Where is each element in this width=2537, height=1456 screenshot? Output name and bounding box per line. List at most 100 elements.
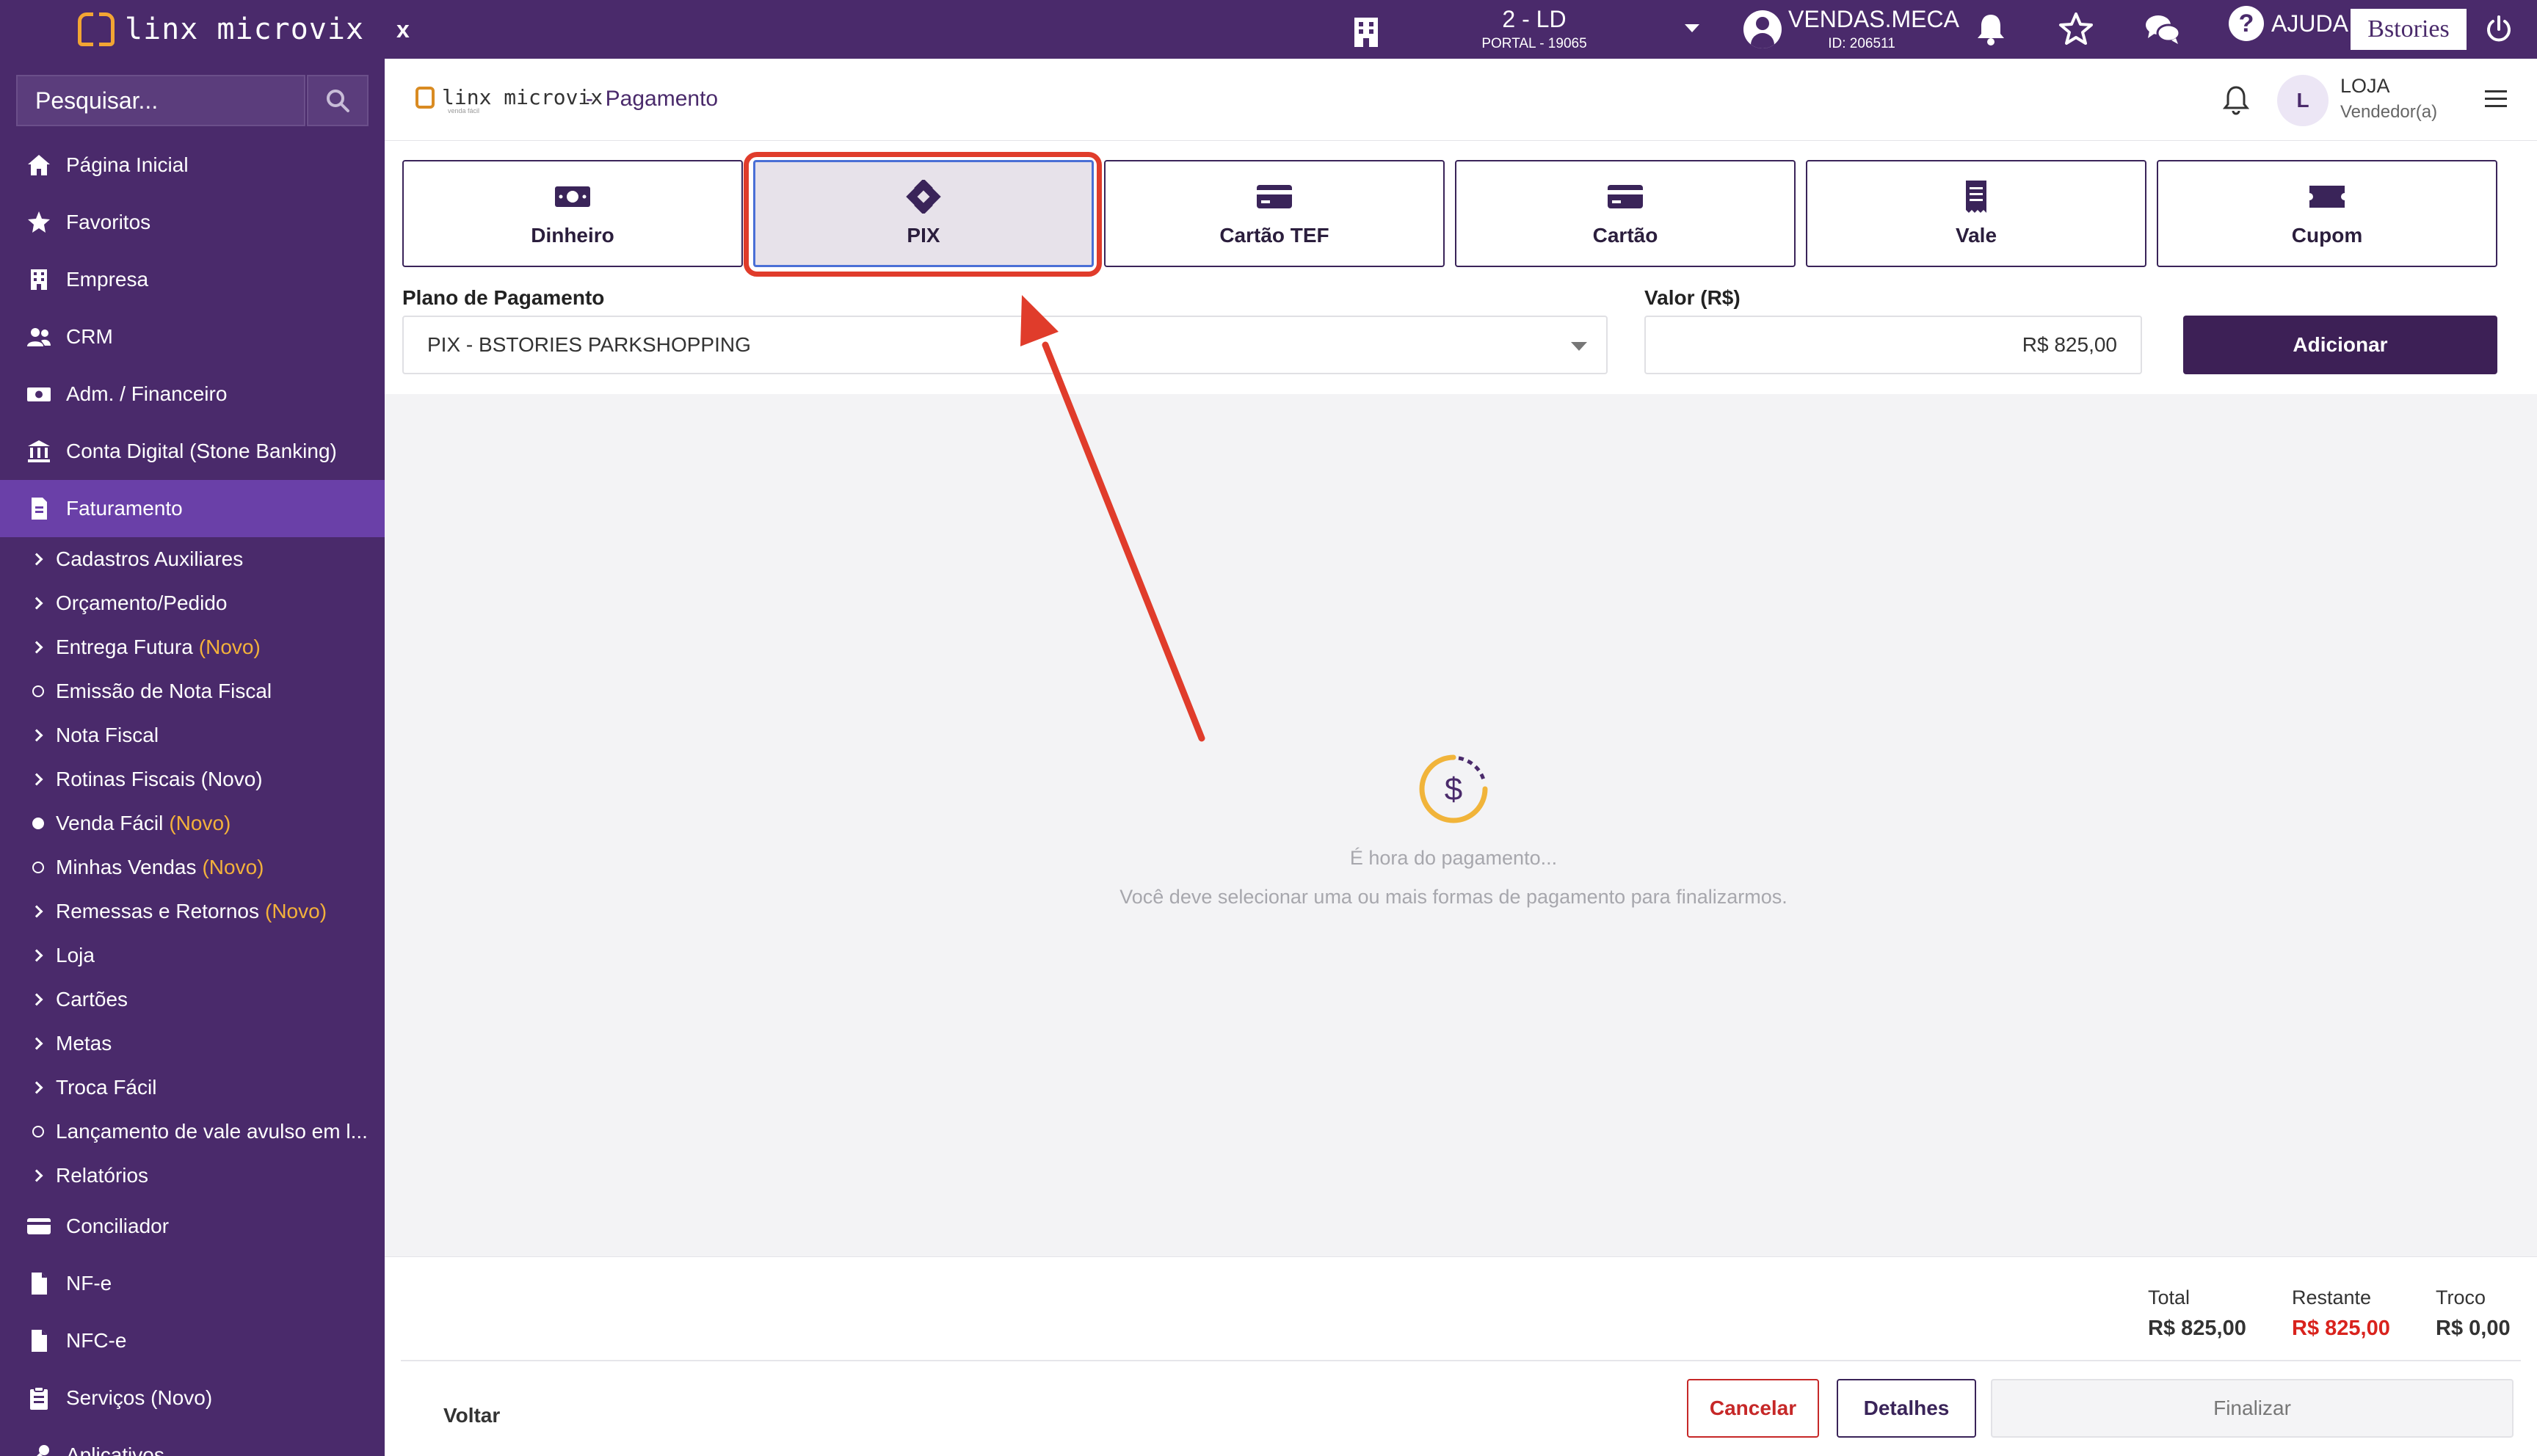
sidebar-item-company[interactable]: Empresa [0,251,385,308]
sidebar-item-label: Faturamento [66,497,183,520]
chevron-right-icon [30,905,46,918]
total-summary: Total R$ 825,00 [2148,1286,2246,1341]
tools-icon [37,1445,49,1456]
power-icon[interactable] [2484,15,2514,44]
payment-method-voucher[interactable]: Vale [1806,160,2146,267]
payment-method-coupon[interactable]: Cupom [2157,160,2497,267]
sidebar-item-finance[interactable]: Adm. / Financeiro [0,365,385,423]
sidebar-item-apps[interactable]: Aplicativos [0,1427,385,1456]
role-name: LOJA [2340,75,2390,97]
sidebar-subitem[interactable]: Emissão de Nota Fiscal [0,669,385,713]
total-label: Total [2148,1286,2191,1308]
sidebar-item-label: Conta Digital (Stone Banking) [66,440,337,462]
payment-clock-icon: $ [1419,754,1488,823]
finish-button[interactable]: Finalizar [1991,1379,2514,1438]
user-account-icon[interactable] [1743,10,1782,48]
sidebar-item-reconciler[interactable]: Conciliador [0,1198,385,1255]
chevron-right-icon [30,553,46,566]
sidebar-subitem[interactable]: Remessas e Retornos (Novo) [0,889,385,933]
chat-icon[interactable] [2144,10,2182,48]
sidebar-subitem-label: Troca Fácil [56,1076,157,1099]
payment-method-card-tef[interactable]: Cartão TEF [1104,160,1445,267]
sidebar-subitem-label: Venda Fácil [56,812,164,834]
star-icon [28,211,50,233]
sidebar-item-label: NF-e [66,1272,112,1295]
chevron-right-icon [30,993,46,1006]
sidebar-item-nfce[interactable]: NFC-e [0,1312,385,1369]
search-button[interactable] [307,75,369,126]
sidebar-subitem[interactable]: Nota Fiscal [0,713,385,757]
cash-icon [555,186,590,207]
sidebar-subitem-active[interactable]: Venda Fácil (Novo) [0,801,385,845]
card-icon [27,1218,51,1234]
payment-plan-select[interactable]: PIX - BSTORIES PARKSHOPPING [402,316,1608,374]
cancel-button[interactable]: Cancelar [1687,1379,1819,1438]
search-field[interactable] [16,75,305,126]
sidebar-item-label: Adm. / Financeiro [66,382,228,405]
chevron-down-icon[interactable] [1685,24,1699,32]
sidebar-item-nfe[interactable]: NF-e [0,1255,385,1312]
payment-method-label: Cartão TEF [1219,224,1329,247]
sidebar-subitem[interactable]: Entrega Futura (Novo) [0,625,385,669]
sidebar-subitem-label: Minhas Vendas [56,856,197,878]
hamburger-menu-icon[interactable] [2483,88,2509,110]
sidebar-item-favorites[interactable]: Favoritos [0,194,385,251]
remaining-value: R$ 825,00 [2292,1317,2390,1340]
details-button[interactable]: Detalhes [1837,1379,1976,1438]
sidebar-subitem[interactable]: Minhas Vendas (Novo) [0,845,385,889]
brand-mark-icon [415,86,435,109]
payment-panel: Dinheiro PIX Cartão TEF Cartão Vale Cupo… [385,141,2537,394]
sidebar-subitem[interactable]: Rotinas Fiscais (Novo) [0,757,385,801]
value-label: Valor (R$) [1644,286,1741,309]
sidebar-nav: Página Inicial Favoritos Empresa CRM Adm… [0,136,385,1456]
sidebar-item-home[interactable]: Página Inicial [0,136,385,194]
home-icon [28,155,50,175]
sidebar-subitem[interactable]: Lançamento de vale avulso em l... [0,1110,385,1154]
sidebar-subitem[interactable]: Troca Fácil [0,1066,385,1110]
plan-label: Plano de Pagamento [402,286,605,309]
sidebar-subitem[interactable]: Loja [0,933,385,978]
payment-method-cash[interactable]: Dinheiro [402,160,743,267]
payment-plan-value: PIX - BSTORIES PARKSHOPPING [427,333,751,356]
add-payment-button[interactable]: Adicionar [2183,316,2497,374]
sidebar-item-crm[interactable]: CRM [0,308,385,365]
app-brand-sub: venda fácil [448,107,480,114]
sidebar-item-digital-account[interactable]: Conta Digital (Stone Banking) [0,423,385,480]
sidebar-subitem[interactable]: Relatórios [0,1154,385,1198]
page-title-text: Pagamento [605,87,719,111]
sidebar-subitem[interactable]: Orçamento/Pedido [0,581,385,625]
ticket-icon [2309,186,2345,208]
user-info[interactable]: VENDAS.MECA ID: 206511 [1788,6,1959,52]
avatar[interactable]: L [2277,75,2329,126]
search-input[interactable] [35,87,304,114]
sidebar-item-billing[interactable]: Faturamento [0,480,385,537]
title-separator: - [586,87,593,111]
payment-value-input[interactable]: R$ 825,00 [1644,316,2142,374]
back-button[interactable]: Voltar [443,1404,500,1427]
close-tab-button[interactable]: x [396,16,410,43]
payment-method-label: Cupom [2291,224,2363,247]
store-name: 2 - LD [1502,6,1567,32]
brand-logo[interactable]: linx microvix [78,10,364,48]
sidebar-subitem[interactable]: Cartões [0,978,385,1022]
help-button[interactable]: ? AJUDA [2229,6,2348,41]
bell-icon[interactable] [1972,10,2010,48]
sidebar-item-services[interactable]: Serviços (Novo) [0,1369,385,1427]
app-logo: linx microvix [415,85,603,109]
sidebar-item-label: Serviços (Novo) [66,1386,213,1409]
file-icon [32,1273,47,1295]
bell-icon[interactable] [2220,84,2252,116]
building-icon[interactable] [1353,16,1379,47]
store-selector[interactable]: 2 - LD PORTAL - 19065 [1453,6,1615,52]
payment-method-card[interactable]: Cartão [1455,160,1796,267]
chevron-right-icon [30,597,46,610]
payment-footer: Total R$ 825,00 Restante R$ 825,00 Troco… [385,1256,2537,1456]
sidebar-subitem[interactable]: Metas [0,1022,385,1066]
payment-method-pix[interactable]: PIX [753,160,1094,267]
circle-icon [31,862,46,873]
pix-icon [906,180,941,214]
circle-icon [31,685,46,697]
sidebar-subitem[interactable]: Cadastros Auxiliares [0,537,385,581]
brand-name: linx microvix [125,12,365,46]
star-icon[interactable] [2057,10,2095,48]
